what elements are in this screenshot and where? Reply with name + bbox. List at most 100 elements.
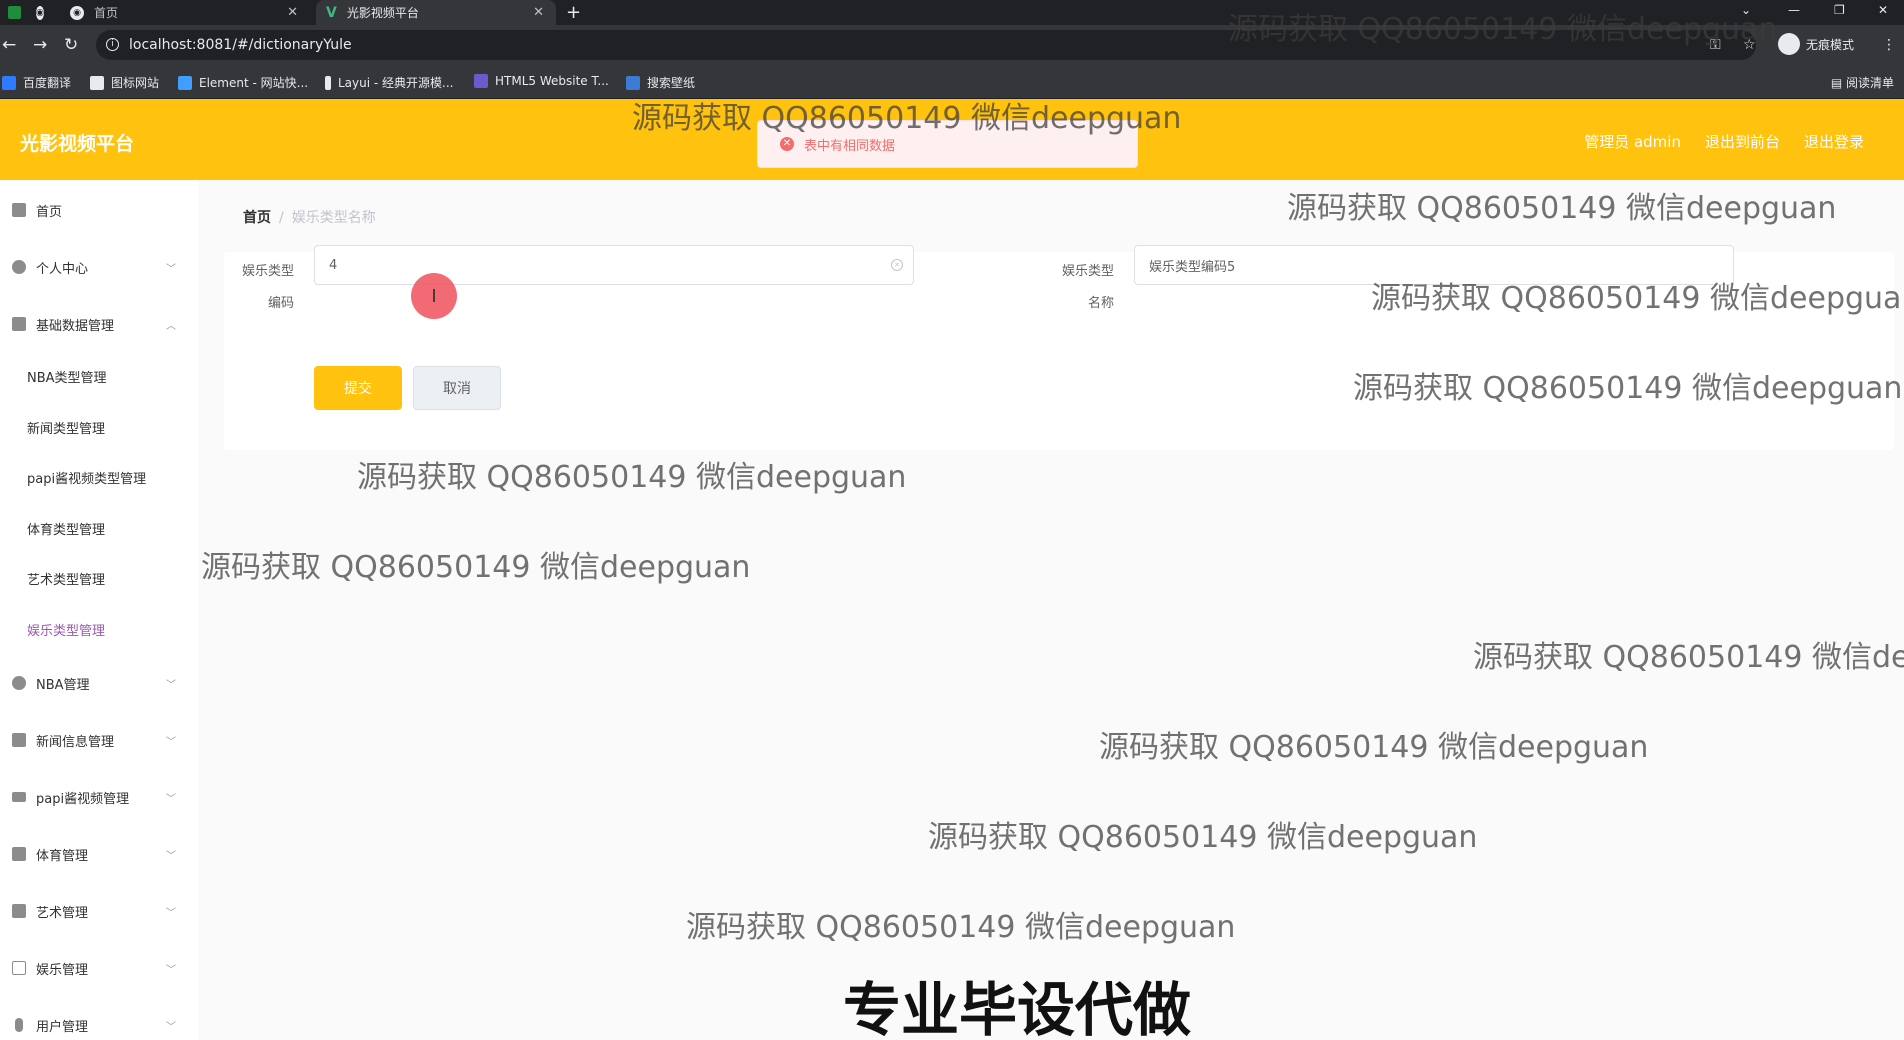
reading-list-label: 阅读清单 <box>1845 76 1894 90</box>
watermark: 源码获取 QQ86050149 微信deepguan <box>1371 281 1904 316</box>
sidebar-item-papi[interactable]: papi酱视频管理 ﹀ <box>0 777 198 817</box>
app-title: 光影视频平台 <box>20 133 135 155</box>
watermark: 源码获取 QQ86050149 微信deepguan <box>357 460 907 495</box>
code-label-line2: 编码 <box>267 296 294 311</box>
bookmark-label: 搜索壁纸 <box>647 76 696 90</box>
sidebar-item-art[interactable]: 艺术管理 ﹀ <box>0 891 198 931</box>
reload-icon[interactable]: ↻ <box>64 35 78 55</box>
watermark: 源码获取 QQ86050149 微信deepguan <box>686 910 1236 945</box>
sidebar-item-label: 体育管理 <box>36 848 89 864</box>
sheets-icon[interactable] <box>8 6 21 19</box>
sidebar-item-label: 娱乐管理 <box>36 962 89 978</box>
sidebar-item-home[interactable]: 首页 <box>0 190 198 230</box>
banner-watermark: 专业毕设代做 <box>843 976 1192 1040</box>
watermark: 源码获取 QQ86050149 微信deepguan <box>1099 730 1649 765</box>
name-label-line1: 娱乐类型 <box>1061 264 1114 279</box>
window-close-icon[interactable]: ✕ <box>1878 3 1888 17</box>
new-tab-icon[interactable]: + <box>566 2 581 23</box>
wallpaper-icon <box>626 75 640 90</box>
message-icon <box>12 733 26 747</box>
code-label: 娱乐类型 编码 <box>224 262 294 314</box>
url-text[interactable]: localhost:8081/#/dictionaryYule <box>129 37 352 53</box>
more-icon[interactable]: ⋮ <box>1882 37 1896 53</box>
breadcrumb-current: 娱乐类型名称 <box>291 210 376 226</box>
watermark: 源码获取 QQ86050149 微信deepguan <box>632 101 1182 136</box>
circle-icon <box>12 676 26 690</box>
code-input-value: 4 <box>329 257 338 273</box>
chat-icon <box>12 961 26 975</box>
forward-icon[interactable]: → <box>33 35 47 55</box>
sidebar-item-label: 基础数据管理 <box>36 318 115 334</box>
chevron-up-icon: ︿ <box>166 320 176 332</box>
tab-app[interactable]: V 光影视频平台 ✕ <box>316 0 556 25</box>
minimize-icon[interactable]: — <box>1788 3 1800 17</box>
mic-icon <box>15 1018 23 1032</box>
tab-pinned[interactable]: ◉ <box>36 0 44 25</box>
tab-home[interactable]: ◉ 首页 ✕ <box>70 0 310 25</box>
sidebar-sub-art-type[interactable]: 艺术类型管理 <box>27 569 105 588</box>
back-icon[interactable]: ← <box>2 35 16 55</box>
name-label: 娱乐类型 名称 <box>1044 262 1114 314</box>
watermark: 源码获取 QQ86050149 微信deepguan <box>1287 191 1837 226</box>
sidebar-item-label: 用户管理 <box>36 1019 89 1035</box>
sidebar-item-label: 个人中心 <box>36 261 89 277</box>
chevron-down-icon: ﹀ <box>166 907 176 919</box>
sidebar-item-entertainment[interactable]: 娱乐管理 ﹀ <box>0 948 198 988</box>
cancel-button[interactable]: 取消 <box>413 366 501 410</box>
bookmark-item[interactable]: 搜索壁纸 <box>626 74 695 91</box>
incognito-badge[interactable]: 无痕模式 <box>1778 33 1854 55</box>
send-icon <box>12 317 26 331</box>
layui-icon <box>325 75 331 90</box>
breadcrumb-separator: / <box>279 210 284 226</box>
sidebar-item-news[interactable]: 新闻信息管理 ﹀ <box>0 720 198 760</box>
clear-icon[interactable]: ✕ <box>891 259 903 271</box>
home-icon <box>12 203 26 217</box>
sidebar-sub-entertainment-type[interactable]: 娱乐类型管理 <box>27 620 105 639</box>
sidebar-sub-sports-type[interactable]: 体育类型管理 <box>27 519 105 538</box>
sidebar-sub-papi-type[interactable]: papi酱视频类型管理 <box>27 468 146 487</box>
sidebar-item-users[interactable]: 用户管理 ﹀ <box>0 1005 198 1040</box>
code-input[interactable]: 4 ✕ <box>314 245 914 285</box>
text-cursor-icon: I <box>411 273 457 319</box>
sidebar-sub-nba-type[interactable]: NBA类型管理 <box>27 367 107 386</box>
watermark: 源码获取 QQ86050149 微信deepguan <box>1353 371 1903 406</box>
sidebar: 首页 个人中心 ﹀ 基础数据管理 ︿ NBA类型管理 新闻类型管理 papi酱视… <box>0 180 198 1040</box>
submit-button[interactable]: 提交 <box>314 366 402 410</box>
chevron-down-icon: ﹀ <box>166 679 176 691</box>
globe-icon: ◉ <box>36 5 44 20</box>
reading-list[interactable]: ▤ 阅读清单 <box>1831 74 1894 91</box>
sidebar-item-nba[interactable]: NBA管理 ﹀ <box>0 663 198 703</box>
close-icon[interactable]: ✕ <box>287 5 298 20</box>
html5-icon <box>474 74 488 88</box>
sidebar-item-profile[interactable]: 个人中心 ﹀ <box>0 247 198 287</box>
logout-link[interactable]: 退出登录 <box>1804 131 1864 152</box>
bookmark-item[interactable]: HTML5 Website T... <box>474 74 609 88</box>
chevron-down-icon: ﹀ <box>166 736 176 748</box>
vue-icon: V <box>326 4 337 21</box>
bookmark-label: 图标网站 <box>111 76 160 90</box>
chevron-down-icon: ﹀ <box>166 263 176 275</box>
bookmark-item[interactable]: Layui - 经典开源模... <box>325 74 453 91</box>
watermark: 源码获取 QQ86050149 微信deepguan <box>201 550 751 585</box>
close-icon[interactable]: ✕ <box>533 5 544 20</box>
go-frontend-link[interactable]: 退出到前台 <box>1705 131 1780 152</box>
bookmark-item[interactable]: 图标网站 <box>90 74 159 91</box>
tab-label: 光影视频平台 <box>346 6 419 20</box>
restore-icon[interactable]: ❐ <box>1834 3 1845 17</box>
info-icon[interactable]: i <box>106 38 119 51</box>
sidebar-sub-news-type[interactable]: 新闻类型管理 <box>27 418 105 437</box>
watermark: 源码获取 QQ86050149 微信deepguan <box>1228 12 1778 47</box>
breadcrumb-home[interactable]: 首页 <box>243 210 271 226</box>
header-links: 管理员 admin 退出到前台 退出登录 <box>1584 131 1864 152</box>
sidebar-item-label: 艺术管理 <box>36 905 89 921</box>
sidebar-item-sports[interactable]: 体育管理 ﹀ <box>0 834 198 874</box>
watermark: 源码获取 QQ86050149 微信de <box>1473 640 1904 675</box>
tab-label: 首页 <box>94 6 119 20</box>
sidebar-item-basic-data[interactable]: 基础数据管理 ︿ <box>0 304 198 344</box>
bookmark-item[interactable]: 百度翻译 <box>2 74 71 91</box>
chevron-down-icon: ﹀ <box>166 850 176 862</box>
bookmark-label: Layui - 经典开源模... <box>338 76 454 90</box>
chevron-down-icon: ﹀ <box>166 1021 176 1033</box>
bookmark-item[interactable]: Element - 网站快... <box>178 74 308 91</box>
chevron-down-icon: ﹀ <box>166 793 176 805</box>
